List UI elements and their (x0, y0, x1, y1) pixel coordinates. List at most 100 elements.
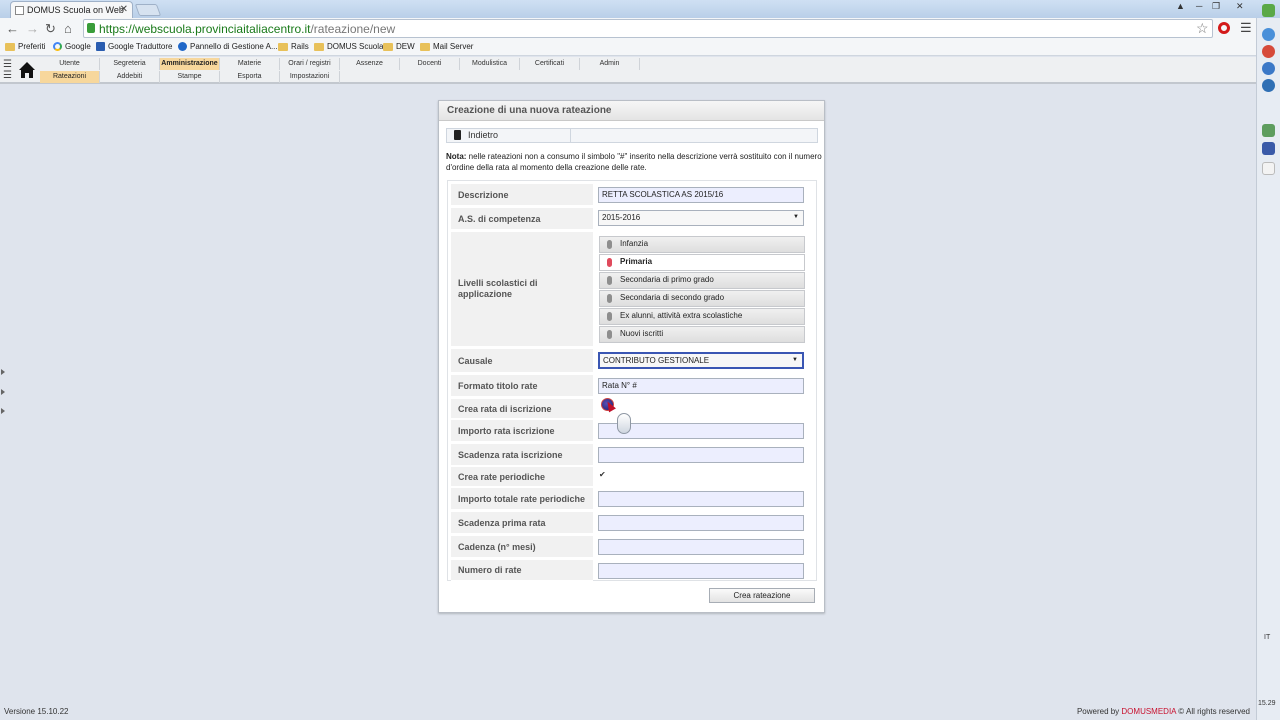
url-host: webscuola.provinciaitaliacentro.it (135, 22, 311, 36)
cadenza-input[interactable] (598, 539, 804, 555)
field-label: Importo totale rate periodiche (451, 488, 593, 510)
network-icon[interactable] (1262, 62, 1275, 75)
anno-scolastico-select[interactable]: 2015-2016 (598, 210, 804, 226)
livello-infanzia[interactable]: Infanzia (599, 236, 805, 253)
menu-amministrazione[interactable]: Amministrazione (160, 58, 220, 70)
bookmark-label: Pannello di Gestione A... (190, 42, 278, 51)
level-label: Secondaria di secondo grado (620, 293, 725, 302)
livello-ex-alunni[interactable]: Ex alunni, attività extra scolastiche (599, 308, 805, 325)
scadenza-prima-input[interactable] (598, 515, 804, 531)
menu-orari-registri[interactable]: Orari / registri (280, 58, 340, 70)
submenu-rateazioni[interactable]: Rateazioni (40, 71, 100, 83)
crea-rateazione-button[interactable]: Crea rateazione (709, 588, 815, 603)
numero-rate-input[interactable] (598, 563, 804, 579)
bookmark-rails[interactable]: Rails (278, 42, 309, 51)
menu-modulistica[interactable]: Modulistica (460, 58, 520, 70)
window-close-icon[interactable]: ✕ (1236, 1, 1244, 12)
bookmark-google[interactable]: Google (53, 42, 91, 51)
settings-icon[interactable] (1262, 79, 1275, 92)
menu-certificati[interactable]: Certificati (520, 58, 580, 70)
scadenza-iscrizione-input[interactable] (598, 447, 804, 463)
folder-taskbar-icon[interactable] (1262, 162, 1275, 175)
causale-select[interactable]: CONTRIBUTO GESTIONALE (598, 352, 804, 369)
submenu-stampe[interactable]: Stampe (160, 71, 220, 83)
field-label: Scadenza prima rata (451, 512, 593, 534)
address-bar[interactable]: https://webscuola.provinciaitaliacentro.… (83, 19, 1213, 38)
powered-prefix: Powered by (1076, 707, 1122, 716)
user-icon[interactable]: ▲ (1176, 1, 1185, 11)
new-tab-button[interactable] (134, 4, 162, 16)
note-text: nelle rateazioni non a consumo il simbol… (446, 152, 822, 172)
left-expand-icon[interactable] (1, 389, 5, 395)
submenu-addebiti[interactable]: Addebiti (100, 71, 160, 83)
row-cadenza: Cadenza (n° mesi) (448, 536, 816, 558)
field-label: Cadenza (n° mesi) (451, 536, 593, 558)
row-causale: Causale CONTRIBUTO GESTIONALE (448, 349, 816, 373)
os-sidebar (1256, 4, 1280, 720)
livello-nuovi-iscritti[interactable]: Nuovi iscritti (599, 326, 805, 343)
minimize-icon[interactable]: ─ (1196, 1, 1202, 11)
field-label: Numero di rate (451, 560, 593, 581)
livello-secondaria-primo[interactable]: Secondaria di primo grado (599, 272, 805, 289)
ie-icon[interactable] (1262, 28, 1275, 41)
home-browser-icon[interactable]: ⌂ (64, 21, 72, 36)
note-label: Nota: (446, 152, 467, 161)
app-shortcut-icon[interactable] (1262, 4, 1275, 17)
rateazione-panel: Creazione di una nuova rateazione Indiet… (438, 100, 825, 613)
bookmark-pannello[interactable]: Pannello di Gestione A... (178, 42, 278, 51)
reload-icon[interactable]: ↻ (45, 21, 56, 37)
browser-menu-icon[interactable]: ☰ (1240, 20, 1252, 36)
bookmark-preferiti[interactable]: Preferiti (5, 42, 46, 51)
menu-segreteria[interactable]: Segreteria (100, 58, 160, 70)
menu-assenze[interactable]: Assenze (340, 58, 400, 70)
tab-close-icon[interactable]: ✕ (120, 4, 128, 15)
importo-totale-input[interactable] (598, 491, 804, 507)
bookmark-label: DOMUS Scuola (327, 42, 384, 51)
folder-icon (420, 42, 430, 51)
language-indicator[interactable]: IT (1264, 634, 1270, 641)
bookmark-label: DEW (396, 42, 415, 51)
left-expand-icon[interactable] (1, 369, 5, 375)
level-label: Infanzia (620, 239, 649, 248)
folder-icon (314, 42, 324, 51)
restore-icon[interactable]: ❐ (1212, 1, 1220, 12)
door-exit-icon (454, 130, 461, 140)
submenu-esporta[interactable]: Esporta (220, 71, 280, 83)
bookmark-star-icon[interactable]: ☆ (1196, 20, 1209, 37)
forward-arrow-icon[interactable]: → (26, 21, 39, 36)
menu-docenti[interactable]: Docenti (400, 58, 460, 70)
bookmark-domus-scuola[interactable]: DOMUS Scuola (314, 42, 383, 51)
formato-input[interactable]: Rata N° # (598, 378, 804, 394)
bookmark-mail-server[interactable]: Mail Server (420, 42, 473, 51)
row-importo-totale: Importo totale rate periodiche (448, 488, 816, 510)
chrome-icon[interactable] (1262, 45, 1275, 58)
menu-admin[interactable]: Admin (580, 58, 640, 70)
back-button[interactable]: Indietro (447, 129, 571, 142)
browser-tab[interactable]: DOMUS Scuola on Web ✕ (10, 1, 133, 18)
menu-materie[interactable]: Materie (220, 58, 280, 70)
menu-toggle-icon[interactable]: ☰ ☰ (3, 59, 12, 81)
save-icon[interactable] (1262, 142, 1275, 155)
bookmark-label: Mail Server (433, 42, 474, 51)
descrizione-input[interactable]: RETTA SCOLASTICA AS 2015/16 (598, 187, 804, 203)
bookmark-dew[interactable]: DEW (383, 42, 415, 51)
livello-primaria[interactable]: Primaria (599, 254, 805, 271)
livello-secondaria-secondo[interactable]: Secondaria di secondo grado (599, 290, 805, 307)
field-label: Livelli scolastici di applicazione (451, 232, 593, 347)
opera-extension-icon[interactable] (1218, 22, 1230, 34)
toggle-pin-icon (607, 276, 612, 285)
crea-periodiche-checkbox[interactable]: ✔ (599, 471, 607, 479)
bookmark-google-traduttore[interactable]: Google Traduttore (96, 42, 172, 51)
brand-link[interactable]: DOMUSMEDIA (1121, 707, 1176, 716)
submenu-impostazioni[interactable]: Impostazioni (280, 71, 340, 83)
back-arrow-icon[interactable]: ← (6, 21, 19, 36)
home-icon[interactable] (18, 61, 36, 79)
chrome-taskbar-icon[interactable] (1262, 124, 1275, 137)
menu-utente[interactable]: Utente (40, 58, 100, 70)
row-livelli: Livelli scolastici di applicazione Infan… (448, 232, 816, 347)
field-label: Importo rata iscrizione (451, 420, 593, 442)
field-label: Descrizione (451, 184, 593, 206)
left-expand-icon[interactable] (1, 408, 5, 414)
lock-icon (87, 23, 95, 33)
url-path: /rateazione/new (310, 22, 396, 36)
